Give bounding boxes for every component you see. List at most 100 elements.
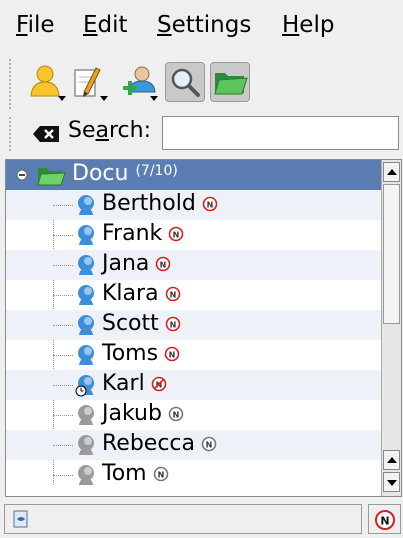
contact-list: Docu (7/10) Berthold N Frank N Jana N Klara N Sc… — [5, 159, 402, 497]
contact-name: Jakub — [102, 401, 162, 426]
contact-name: Rebecca — [102, 431, 196, 456]
menu-edit[interactable]: Edit — [83, 12, 128, 38]
contact-row[interactable]: Jakub N — [6, 400, 381, 430]
contact-avatar-icon — [78, 195, 94, 215]
svg-text:N: N — [380, 515, 389, 528]
scroll-down-button[interactable] — [383, 472, 400, 492]
arrow-up-icon — [387, 169, 397, 175]
contact-name: Tom — [102, 461, 147, 486]
green-folder-icon — [37, 168, 66, 186]
contact-avatar-icon — [78, 345, 94, 365]
menu-help[interactable]: Help — [282, 12, 334, 38]
magnifier-icon — [171, 68, 200, 97]
network-badge-icon: N — [201, 436, 217, 452]
svg-text:N: N — [160, 261, 167, 270]
svg-text:N: N — [169, 351, 176, 360]
tree-branch-line — [53, 235, 73, 236]
svg-text:N: N — [169, 321, 176, 330]
tree-branch-line — [53, 385, 73, 386]
group-count: (7/10) — [135, 163, 178, 179]
tree-branch-line — [53, 445, 73, 446]
tree-branch-line — [53, 415, 73, 416]
network-badge-icon: N — [164, 346, 180, 362]
search-label: Search: — [68, 118, 151, 143]
scroll-up-button[interactable] — [383, 162, 400, 182]
contact-avatar-icon — [78, 285, 94, 305]
vertical-scrollbar[interactable] — [381, 160, 401, 496]
contact-avatar-icon — [78, 315, 94, 335]
tree-branch-line — [53, 475, 73, 476]
scroll-up-button-lower[interactable] — [383, 450, 400, 470]
contact-name: Scott — [102, 311, 159, 336]
contact-avatar-icon — [78, 435, 94, 455]
searchbar-grip[interactable] — [8, 116, 13, 152]
tree-branch-line — [53, 265, 73, 266]
network-badge-icon: N — [168, 406, 184, 422]
edit-menu-button[interactable] — [70, 62, 110, 102]
status-bar: N — [0, 500, 403, 538]
network-badge-icon: N — [151, 376, 166, 392]
tree-branch-line — [53, 325, 73, 326]
scroll-thumb[interactable] — [383, 184, 400, 324]
chevron-down-icon — [58, 96, 66, 101]
main-toolbar — [0, 54, 403, 114]
svg-text:N: N — [206, 441, 213, 450]
network-badge-icon: N — [156, 256, 171, 272]
network-badge-icon: N — [153, 466, 168, 482]
contact-row[interactable]: Toms N — [6, 340, 381, 370]
menu-file[interactable]: File — [16, 12, 55, 38]
contact-row[interactable]: Jana N — [6, 250, 381, 280]
notes-icon — [13, 510, 28, 528]
contact-row[interactable]: Berthold N — [6, 190, 381, 220]
contact-name: Toms — [102, 341, 159, 366]
contact-avatar-icon — [78, 255, 94, 275]
chevron-down-icon — [100, 96, 108, 101]
clear-search-icon[interactable] — [32, 125, 60, 143]
search-input[interactable] — [162, 116, 399, 150]
network-status-icon: N — [375, 510, 395, 530]
toolbar-grip[interactable] — [8, 58, 13, 110]
menu-bar: File Edit Settings Help — [0, 0, 403, 54]
tree-branch-line — [53, 205, 73, 206]
network-badge-icon: N — [202, 196, 218, 212]
svg-text:N: N — [157, 471, 164, 480]
contact-name: Karl — [102, 371, 145, 396]
arrow-down-icon — [387, 480, 397, 486]
network-badge-icon: N — [168, 226, 184, 242]
contact-row[interactable]: Karl N — [6, 370, 381, 400]
svg-text:N: N — [173, 231, 180, 240]
group-row-docu[interactable]: Docu (7/10) — [6, 160, 381, 190]
collapse-icon[interactable] — [16, 169, 28, 181]
network-badge-icon: N — [165, 286, 180, 302]
contact-name: Frank — [102, 221, 163, 246]
contact-row[interactable]: Rebecca N — [6, 430, 381, 460]
search-bar: Search: — [0, 114, 403, 154]
svg-text:N: N — [169, 291, 176, 300]
tree-branch-line — [53, 295, 73, 296]
network-status-button[interactable]: N — [368, 504, 401, 534]
svg-text:N: N — [173, 411, 180, 420]
contact-row[interactable]: Frank N — [6, 220, 381, 250]
contact-row[interactable]: Scott N — [6, 310, 381, 340]
status-menu-button[interactable] — [28, 62, 68, 102]
contact-name: Jana — [102, 251, 150, 276]
group-name: Docu (7/10) — [72, 161, 178, 186]
arrow-up-icon — [387, 457, 397, 463]
group-toggle-button[interactable] — [210, 62, 250, 102]
status-message-area — [4, 504, 362, 534]
network-badge-icon: N — [165, 316, 181, 332]
contact-avatar-icon — [75, 375, 94, 397]
search-toggle-button[interactable] — [165, 62, 205, 102]
green-folder-icon — [214, 73, 248, 95]
add-contact-button[interactable] — [120, 62, 160, 102]
contact-row[interactable]: Tom N — [6, 460, 381, 490]
chevron-down-icon — [150, 96, 158, 101]
contact-name: Berthold — [102, 191, 196, 216]
contact-name: Klara — [102, 281, 159, 306]
contact-avatar-icon — [78, 225, 94, 245]
tree-branch-line — [53, 355, 73, 356]
contact-avatar-icon — [78, 405, 94, 425]
menu-settings[interactable]: Settings — [157, 12, 251, 38]
contact-row[interactable]: Klara N — [6, 280, 381, 310]
svg-text:N: N — [206, 201, 213, 210]
